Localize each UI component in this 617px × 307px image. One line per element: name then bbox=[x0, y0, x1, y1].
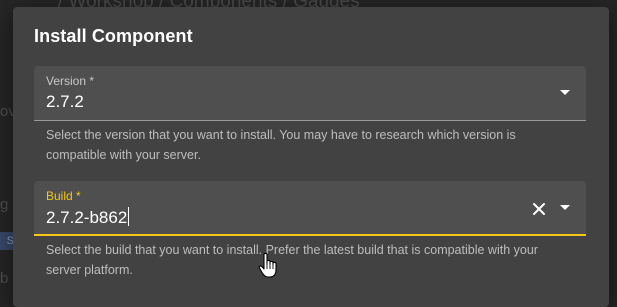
install-component-dialog: Install Component Version * 2.7.2 Select… bbox=[13, 7, 609, 307]
version-select[interactable]: Version * 2.7.2 bbox=[34, 66, 586, 121]
build-label: Build * bbox=[46, 189, 81, 203]
arrow-drop-down-icon[interactable] bbox=[560, 90, 570, 95]
text-caret bbox=[128, 207, 130, 226]
version-label: Version * bbox=[46, 74, 95, 88]
arrow-drop-down-icon[interactable] bbox=[560, 205, 570, 210]
hand-pointer-icon bbox=[258, 252, 277, 278]
close-icon[interactable] bbox=[532, 202, 546, 216]
background-text-fragment: b bbox=[0, 270, 9, 287]
version-hint: Select the version that you want to inst… bbox=[46, 128, 516, 162]
background-text-fragment: g bbox=[0, 196, 9, 213]
dialog-title: Install Component bbox=[34, 26, 193, 46]
build-input[interactable]: 2.7.2-b862 bbox=[46, 207, 130, 228]
build-select[interactable]: Build * 2.7.2-b862 bbox=[34, 181, 586, 236]
build-value: 2.7.2-b862 bbox=[46, 208, 128, 227]
build-hint: Select the build that you want to instal… bbox=[46, 243, 538, 277]
version-value[interactable]: 2.7.2 bbox=[46, 92, 84, 112]
